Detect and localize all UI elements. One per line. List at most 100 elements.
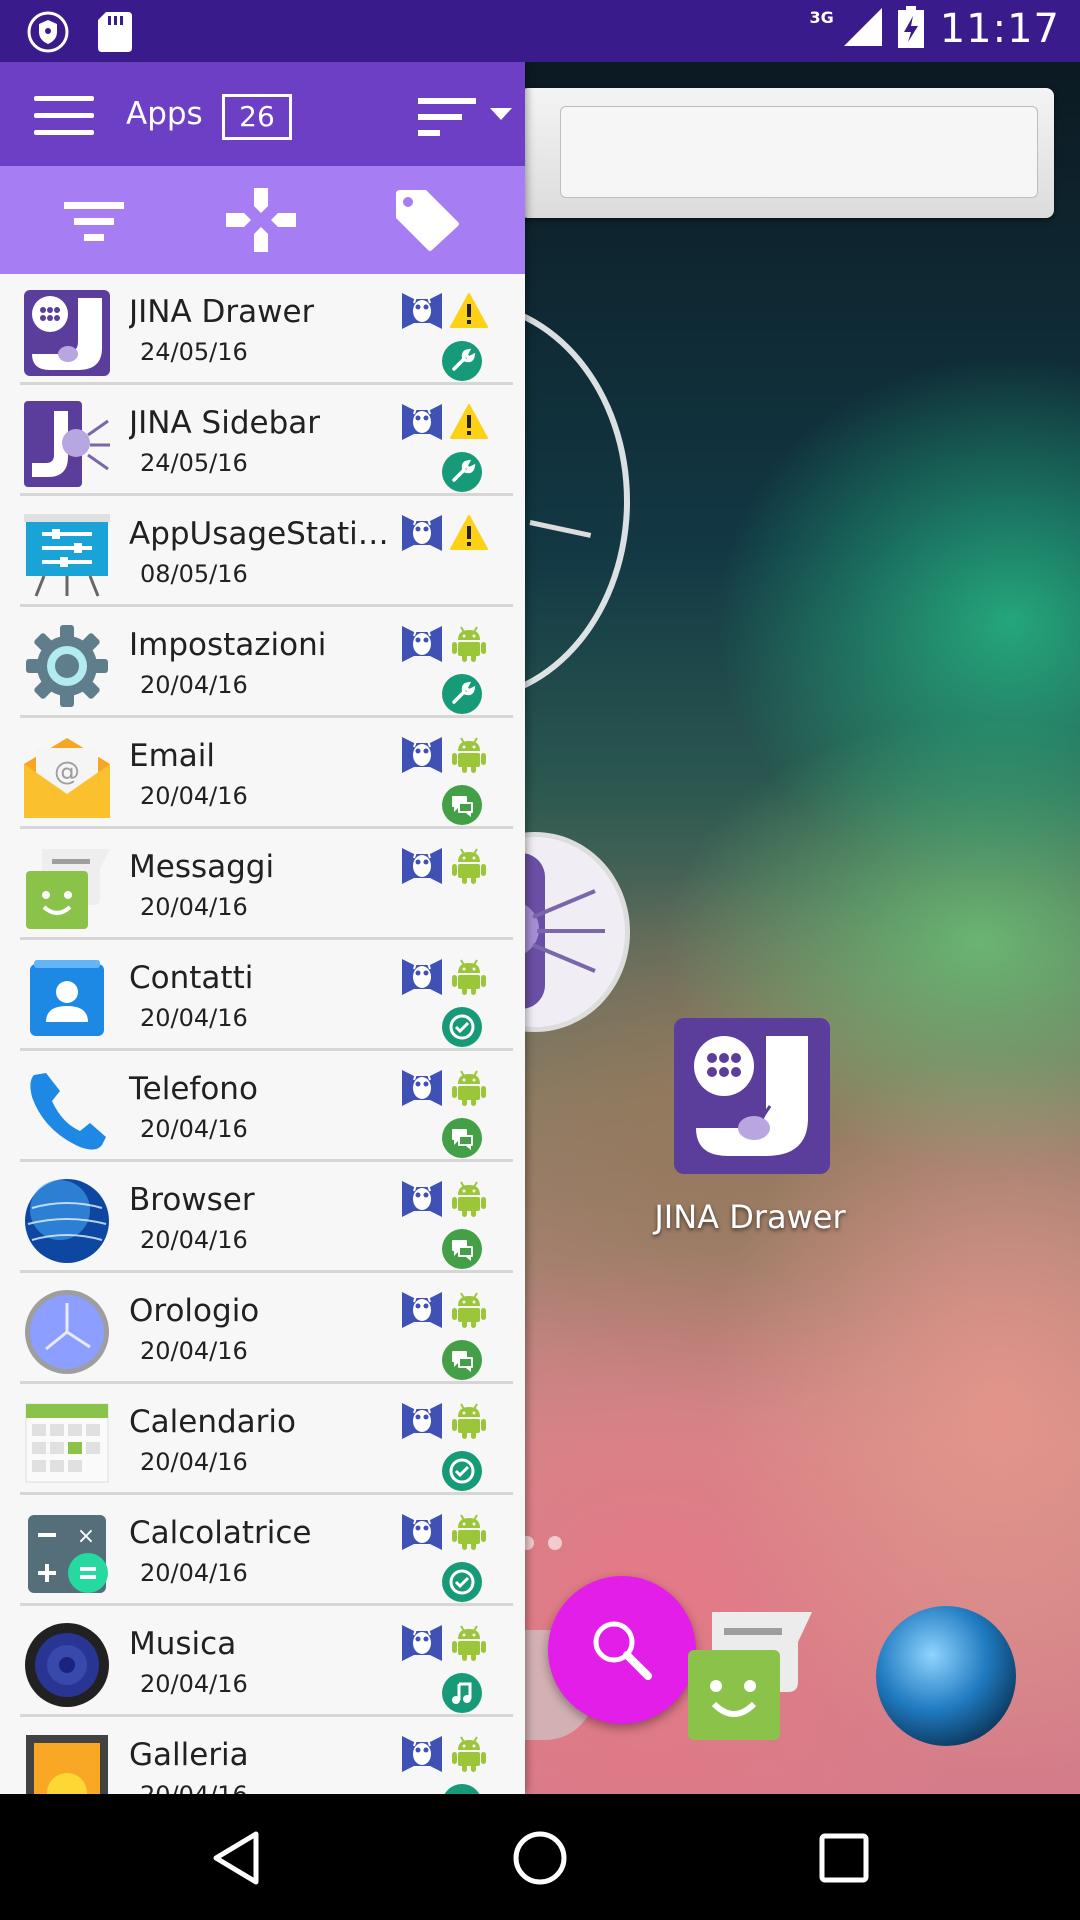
- app-row[interactable]: JINA Sidebar 24/05/16: [0, 385, 525, 496]
- app-date: 20/04/16: [140, 1115, 248, 1143]
- category-communication-icon: [442, 785, 482, 825]
- android-icon: [450, 1736, 488, 1772]
- search-fab[interactable]: [548, 1576, 696, 1724]
- jina-drawer-shortcut-label[interactable]: JINA Drawer: [620, 1198, 880, 1236]
- battery-charging-icon: [897, 6, 924, 52]
- app-row[interactable]: Impostazioni 20/04/16: [0, 607, 525, 718]
- app-row[interactable]: Calendario 20/04/16: [0, 1384, 525, 1495]
- app-name: JINA Sidebar: [129, 405, 320, 441]
- app-icon[interactable]: [24, 1622, 110, 1708]
- app-type-icon: [402, 1070, 442, 1106]
- app-name: Email: [129, 738, 216, 774]
- status-bar: 3G 11:17: [0, 0, 1080, 62]
- app-type-icon: [402, 1403, 442, 1439]
- home-icon[interactable]: [510, 1828, 570, 1888]
- app-type-icon: [402, 959, 442, 995]
- app-date: 20/04/16: [140, 1670, 248, 1698]
- app-date: 24/05/16: [140, 449, 248, 477]
- app-date: 20/04/16: [140, 782, 248, 810]
- sd-card-icon: [98, 12, 132, 56]
- app-type-icon: [402, 1736, 442, 1772]
- app-row[interactable]: JINA Drawer 24/05/16: [0, 274, 525, 385]
- warning-icon: [450, 515, 488, 551]
- app-count-badge: 26: [222, 94, 292, 140]
- category-communication-icon: [442, 1340, 482, 1380]
- category-communication-icon: [442, 1229, 482, 1269]
- app-list: JINA Drawer 24/05/16 JINA Sidebar 24/05/16 A…: [0, 274, 525, 1794]
- app-icon[interactable]: [24, 401, 110, 487]
- android-icon: [450, 1403, 488, 1439]
- android-icon: [450, 737, 488, 773]
- android-icon: [450, 1181, 488, 1217]
- app-date: 20/04/16: [140, 1004, 248, 1032]
- app-name: Impostazioni: [129, 627, 327, 663]
- hamburger-menu-icon[interactable]: [34, 96, 94, 136]
- tag-icon[interactable]: [392, 188, 462, 252]
- warning-icon: [450, 293, 488, 329]
- app-icon[interactable]: [24, 290, 110, 376]
- app-type-icon: [402, 1292, 442, 1328]
- app-icon[interactable]: [24, 512, 110, 598]
- app-icon[interactable]: ×: [24, 1511, 110, 1597]
- android-icon: [450, 1292, 488, 1328]
- browser-dock-icon[interactable]: [876, 1606, 1016, 1746]
- app-date: 20/04/16: [140, 1781, 248, 1794]
- app-icon[interactable]: [24, 1178, 110, 1264]
- app-name: Musica: [129, 1626, 237, 1662]
- android-icon: [450, 1514, 488, 1550]
- category-tools-icon: [442, 452, 482, 492]
- app-type-icon: [402, 626, 442, 662]
- app-drawer: Apps 26 JINA Drawer 24/05/16 JINA Sidebar 2…: [0, 62, 525, 1794]
- app-name: Messaggi: [129, 849, 275, 885]
- app-icon[interactable]: [24, 845, 110, 931]
- app-icon[interactable]: [24, 1289, 110, 1375]
- app-row[interactable]: Musica 20/04/16: [0, 1606, 525, 1717]
- category-media-icon: [442, 1784, 482, 1794]
- jina-drawer-shortcut-icon[interactable]: [674, 1018, 830, 1174]
- app-type-icon: [402, 404, 442, 440]
- category-music-icon: [442, 1673, 482, 1713]
- drawer-title: Apps: [126, 96, 203, 132]
- app-icon[interactable]: [24, 623, 110, 709]
- app-icon[interactable]: [24, 1400, 110, 1486]
- app-name: Galleria: [129, 1737, 249, 1773]
- search-widget[interactable]: [520, 88, 1054, 218]
- app-icon[interactable]: [24, 956, 110, 1042]
- signal-icon: [843, 8, 882, 50]
- app-row[interactable]: Messaggi 20/04/16: [0, 829, 525, 940]
- app-date: 20/04/16: [140, 1337, 248, 1365]
- clock-time: 11:17: [939, 6, 1060, 52]
- app-type-icon: [402, 1181, 442, 1217]
- recents-icon[interactable]: [814, 1828, 874, 1888]
- messages-dock-icon[interactable]: [688, 1612, 812, 1742]
- app-type-icon: [402, 1625, 442, 1661]
- app-date: 20/04/16: [140, 1226, 248, 1254]
- app-type-icon: [402, 1514, 442, 1550]
- app-row[interactable]: @ Email 20/04/16: [0, 718, 525, 829]
- app-row[interactable]: Telefono 20/04/16: [0, 1051, 525, 1162]
- app-row[interactable]: Orologio 20/04/16: [0, 1273, 525, 1384]
- app-row[interactable]: AppUsageStatistics 08/05/16: [0, 496, 525, 607]
- warning-icon: [450, 404, 488, 440]
- gamepad-icon[interactable]: [226, 188, 296, 252]
- filter-icon[interactable]: [60, 188, 130, 252]
- app-icon[interactable]: [24, 1067, 110, 1153]
- app-row[interactable]: Browser 20/04/16: [0, 1162, 525, 1273]
- sort-menu-icon[interactable]: [418, 94, 518, 144]
- filter-bar: [0, 166, 525, 274]
- category-communication-icon: [442, 1118, 482, 1158]
- android-icon: [450, 1625, 488, 1661]
- app-row[interactable]: Galleria 20/04/16: [0, 1717, 525, 1794]
- app-name: Calendario: [129, 1404, 296, 1440]
- app-row[interactable]: Contatti 20/04/16: [0, 940, 525, 1051]
- app-icon[interactable]: @: [24, 734, 110, 820]
- app-icon[interactable]: [24, 1733, 110, 1794]
- android-icon: [450, 848, 488, 884]
- android-icon: [450, 626, 488, 662]
- android-icon: [450, 959, 488, 995]
- app-name: Contatti: [129, 960, 254, 996]
- back-icon[interactable]: [208, 1828, 268, 1888]
- app-row[interactable]: × Calcolatrice 20/04/16: [0, 1495, 525, 1606]
- app-name: Orologio: [129, 1293, 260, 1329]
- app-date: 08/05/16: [140, 560, 248, 588]
